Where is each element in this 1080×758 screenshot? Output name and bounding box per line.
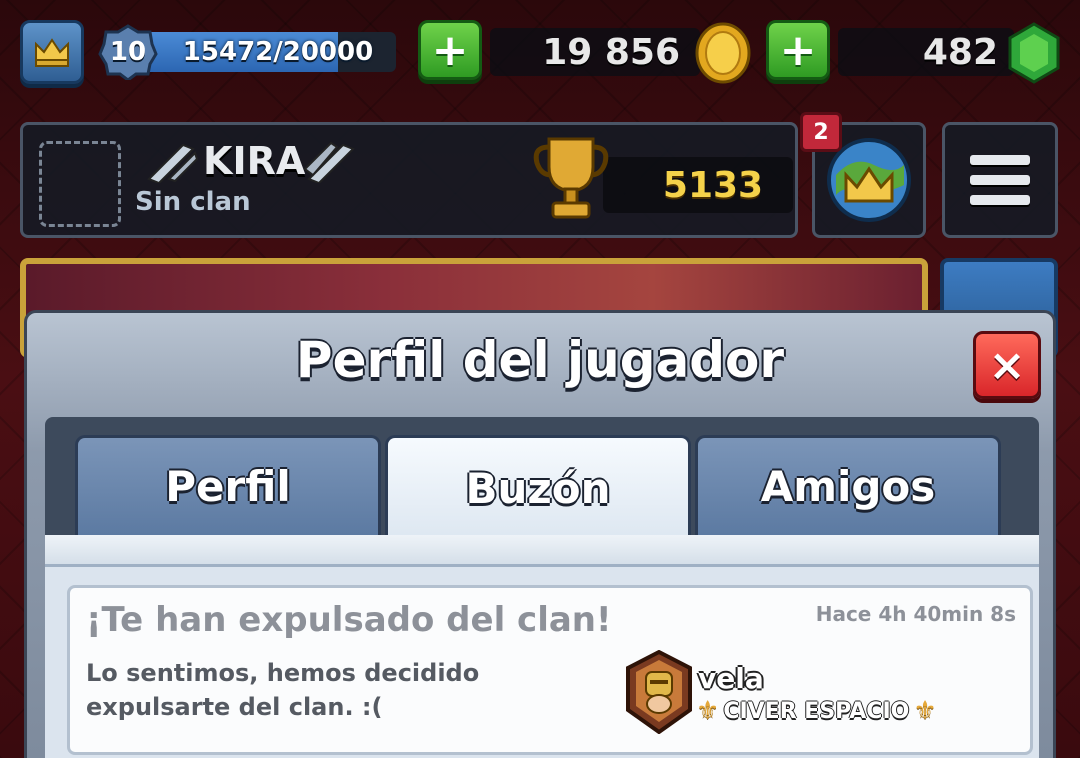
modal-title: Perfil del jugador [295, 331, 785, 389]
tab-area: Perfil Buzón Amigos ¡Te han expulsado de… [45, 417, 1039, 758]
crown-icon [35, 38, 69, 67]
buy-gold-plus-button[interactable]: + [766, 20, 830, 80]
menu-icon-bar [970, 155, 1030, 165]
gold-coin-icon [694, 22, 752, 88]
menu-icon-bar [970, 195, 1030, 205]
fleur-de-lis-icon: ⚜ [913, 696, 937, 726]
tab-label: Perfil [165, 462, 291, 511]
trophy-icon [533, 137, 609, 219]
gold-counter: 19 856 [490, 28, 700, 76]
main-menu-button[interactable] [942, 122, 1058, 238]
sender-knight-badge-icon [626, 650, 692, 734]
menu-icon-bar [970, 175, 1030, 185]
tab-strip [45, 535, 1039, 567]
trophy-count: 5133 [662, 164, 764, 206]
tab-label: Buzón [465, 464, 611, 513]
tab-profile[interactable]: Perfil [75, 435, 381, 535]
sender-clan-name: CIVER ESPACIO [723, 698, 910, 724]
trophy-counter: 5133 [603, 157, 793, 213]
tab-label: Amigos [760, 462, 936, 511]
level-number: 10 [109, 37, 147, 67]
close-button[interactable]: × [973, 331, 1041, 399]
fleur-de-lis-icon: ⚜ [696, 696, 720, 726]
experience-bar[interactable]: 15472/20000 10 [98, 24, 398, 82]
message-time: Hace 4h 40min 8s [815, 602, 1016, 626]
level-badge: 10 [98, 24, 158, 82]
sender-clan: ⚜ CIVER ESPACIO ⚜ [696, 696, 937, 726]
clan-badge-empty [39, 141, 121, 227]
player-name: KIRA [203, 139, 306, 183]
xp-text: 15472/20000 [182, 37, 374, 67]
tab-inbox[interactable]: Buzón [385, 435, 691, 539]
inbox-message[interactable]: ¡Te han expulsado del clan! Hace 4h 40mi… [67, 585, 1033, 755]
gem-counter: 482 [838, 28, 1014, 76]
tab-friends[interactable]: Amigos [695, 435, 1001, 535]
inbox-content: ¡Te han expulsado del clan! Hace 4h 40mi… [45, 535, 1039, 758]
message-title: ¡Te han expulsado del clan! [86, 600, 612, 640]
king-tower-button[interactable] [20, 20, 84, 84]
sender-name: vela [698, 662, 764, 695]
right-wing-icon [303, 141, 355, 183]
player-profile-card[interactable]: KIRA Sin clan 5133 [20, 122, 798, 238]
plus-icon: + [431, 24, 469, 76]
close-icon: × [988, 339, 1026, 391]
message-body: Lo sentimos, hemos decidido expulsarte d… [86, 659, 480, 721]
gold-amount: 19 856 [542, 31, 680, 73]
xp-track: 15472/20000 [140, 32, 396, 72]
plus-icon: + [779, 24, 817, 76]
clan-status: Sin clan [135, 187, 251, 217]
notification-badge: 2 [800, 112, 842, 152]
gem-amount: 482 [922, 31, 998, 73]
buy-xp-plus-button[interactable]: + [418, 20, 482, 80]
player-profile-modal: Perfil del jugador × Perfil Buzón Amigos… [24, 310, 1056, 758]
left-wing-icon [147, 143, 199, 183]
top-bar: 15472/20000 10 + 19 856 + 482 [0, 0, 1080, 100]
gem-icon [1006, 22, 1062, 88]
